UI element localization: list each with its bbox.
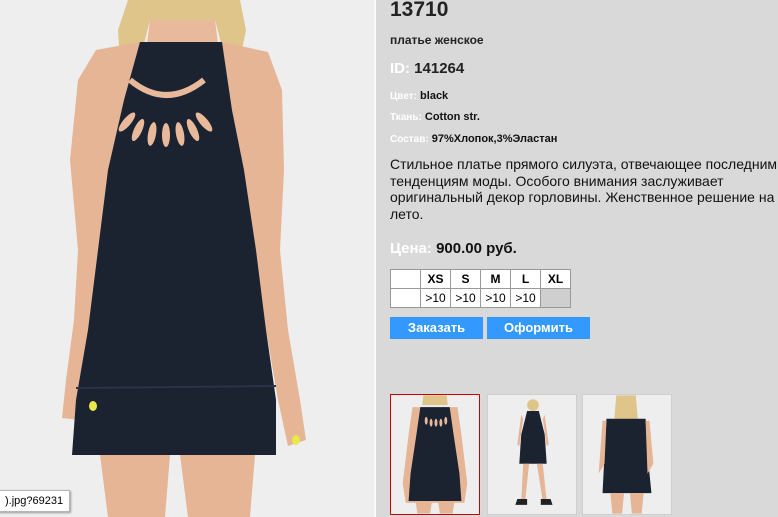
product-id-value: 141264 bbox=[414, 60, 465, 77]
price-value: 900.00 руб. bbox=[436, 240, 517, 257]
attribute-label: Ткань: bbox=[390, 112, 422, 123]
attribute-fabric: Ткань: Cotton str. bbox=[390, 111, 480, 123]
attribute-value: 97%Хлопок,3%Эластан bbox=[431, 133, 558, 145]
size-table: XS S M L XL >10 >10 >10 >10 bbox=[390, 269, 571, 308]
size-stock-row: >10 >10 >10 >10 bbox=[390, 288, 571, 308]
product-article: 13710 bbox=[390, 0, 449, 21]
size-stock-xl bbox=[540, 288, 571, 308]
product-description: Стильное платье прямого силуэта, отвечаю… bbox=[390, 156, 778, 222]
main-product-photo[interactable] bbox=[0, 0, 374, 517]
checkout-button[interactable]: Оформить bbox=[487, 317, 590, 339]
status-tooltip: ).jpg?69231 bbox=[0, 490, 71, 512]
attribute-color: Цвет: black bbox=[390, 90, 448, 102]
thumbnail-front[interactable] bbox=[390, 394, 480, 515]
size-label-xl: XL bbox=[540, 269, 571, 289]
size-stock-blank bbox=[390, 288, 421, 308]
size-stock-xs[interactable]: >10 bbox=[420, 288, 451, 308]
size-stock-s[interactable]: >10 bbox=[450, 288, 481, 308]
order-button[interactable]: Заказать bbox=[390, 317, 483, 339]
pane-divider bbox=[374, 0, 376, 517]
size-stock-l[interactable]: >10 bbox=[510, 288, 541, 308]
thumbnail-back[interactable] bbox=[582, 394, 672, 515]
dress-full-length-thumbnail-icon bbox=[488, 395, 576, 514]
size-header-row: XS S M L XL bbox=[390, 269, 571, 289]
size-label-m: M bbox=[480, 269, 511, 289]
product-subtitle: платье женское bbox=[390, 33, 484, 47]
size-header-blank bbox=[390, 269, 421, 289]
size-label-l: L bbox=[510, 269, 541, 289]
attribute-value: Cotton str. bbox=[424, 111, 480, 123]
size-stock-m[interactable]: >10 bbox=[480, 288, 511, 308]
size-label-s: S bbox=[450, 269, 481, 289]
thumbnail-full-length[interactable] bbox=[487, 394, 577, 515]
attribute-composition: Состав: 97%Хлопок,3%Эластан bbox=[390, 133, 557, 145]
dress-back-thumbnail-icon bbox=[583, 395, 671, 514]
size-label-xs: XS bbox=[420, 269, 451, 289]
product-id: ID: 141264 bbox=[390, 60, 464, 77]
price-label: Цена: bbox=[390, 240, 432, 257]
product-photo-pane: ).jpg?69231 bbox=[0, 0, 374, 517]
attribute-value: black bbox=[420, 90, 449, 102]
product-id-label: ID: bbox=[390, 60, 410, 77]
product-price: Цена: 900.00 руб. bbox=[390, 240, 517, 257]
dress-front-thumbnail-icon bbox=[391, 395, 479, 514]
attribute-label: Состав: bbox=[390, 134, 429, 145]
attribute-label: Цвет: bbox=[390, 91, 417, 102]
